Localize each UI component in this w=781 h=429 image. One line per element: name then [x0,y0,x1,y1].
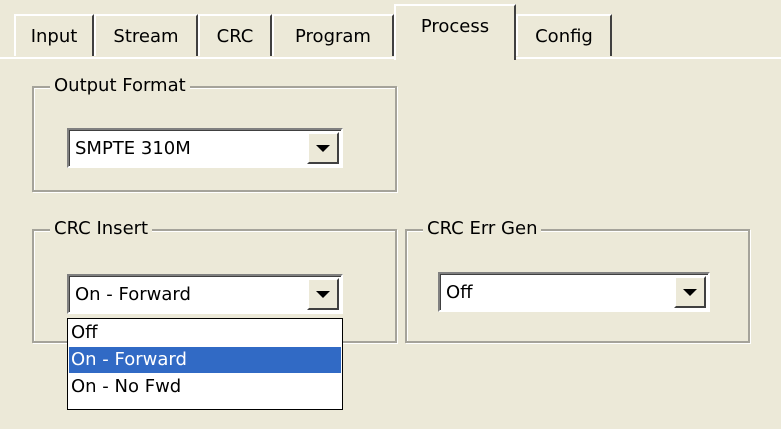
crc-insert-dropdown-button[interactable] [307,278,339,310]
tab-process[interactable]: Process [394,4,516,60]
crc-insert-option-on-forward[interactable]: On - Forward [69,347,341,373]
tab-stream[interactable]: Stream [94,14,198,56]
crc-err-gen-dropdown-button[interactable] [674,276,706,308]
tab-input-label: Input [30,25,78,47]
tab-stream-label: Stream [113,25,179,47]
crc-insert-select[interactable]: On - Forward [67,274,343,314]
chevron-down-icon [316,144,330,152]
crc-insert-option-off[interactable]: Off [69,320,341,346]
chevron-down-icon [316,290,330,298]
tab-process-label: Process [420,16,490,37]
tab-strip: Input Stream CRC Program Process Config [0,0,781,60]
tab-program-label: Program [295,25,371,47]
tab-config-label: Config [535,25,593,47]
crc-err-gen-select[interactable]: Off [438,272,710,312]
chevron-down-icon [683,288,697,296]
output-format-dropdown-button[interactable] [307,132,339,164]
crc-insert-option-on-no-fwd[interactable]: On - No Fwd [69,374,341,400]
crc-err-gen-title: CRC Err Gen [423,216,542,242]
output-format-select[interactable]: SMPTE 310M [67,128,343,168]
crc-insert-title: CRC Insert [50,216,153,242]
tab-program[interactable]: Program [272,14,394,56]
crc-insert-value: On - Forward [75,283,191,305]
crc-insert-dropdown-list: Off On - Forward On - No Fwd [67,318,343,410]
output-format-value: SMPTE 310M [75,137,191,159]
tab-crc[interactable]: CRC [198,14,272,56]
tab-crc-label: CRC [216,25,254,47]
tab-config[interactable]: Config [516,14,612,56]
crc-err-gen-value: Off [446,281,473,303]
output-format-title: Output Format [50,73,190,99]
tab-input[interactable]: Input [14,14,94,56]
